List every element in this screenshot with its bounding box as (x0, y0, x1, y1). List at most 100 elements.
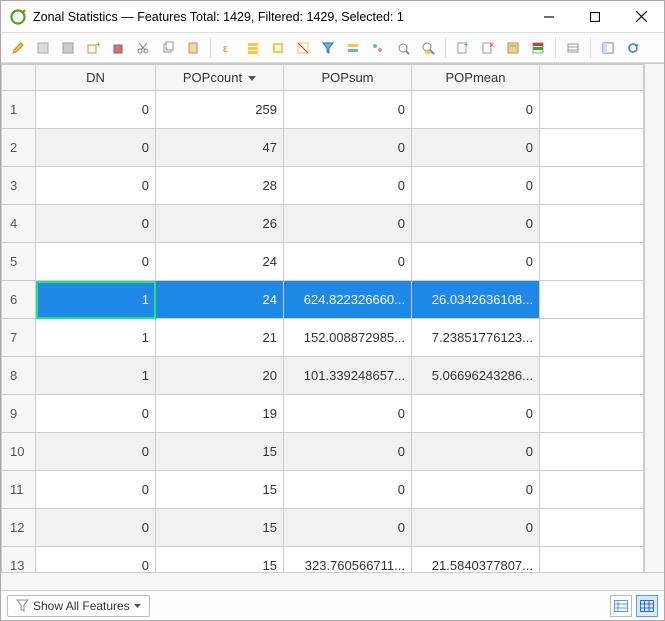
row-number[interactable]: 7 (2, 319, 36, 357)
cell-dn[interactable]: 0 (36, 547, 156, 573)
new-field-button[interactable]: + (452, 37, 474, 59)
column-header-popsum[interactable]: POPsum (284, 65, 412, 91)
row-number[interactable]: 11 (2, 471, 36, 509)
cell-dn[interactable]: 0 (36, 509, 156, 547)
cell-popcount[interactable]: 19 (156, 395, 284, 433)
cell-popcount[interactable]: 15 (156, 547, 284, 573)
table-row[interactable]: 302800 (2, 167, 644, 205)
cell-popsum[interactable]: 0 (284, 471, 412, 509)
cell-dn[interactable]: 0 (36, 167, 156, 205)
cell-popsum[interactable]: 0 (284, 91, 412, 129)
cell-dn[interactable]: 0 (36, 129, 156, 167)
cell-popmean[interactable]: 5.06696243286... (412, 357, 540, 395)
paste-button[interactable] (182, 37, 204, 59)
cell-popmean[interactable]: 0 (412, 91, 540, 129)
cell-dn[interactable]: 0 (36, 395, 156, 433)
cell-popmean[interactable]: 0 (412, 509, 540, 547)
table-row[interactable]: 901900 (2, 395, 644, 433)
invert-select-button[interactable] (267, 37, 289, 59)
cell-dn[interactable]: 0 (36, 91, 156, 129)
table-row[interactable]: 1201500 (2, 509, 644, 547)
cell-popcount[interactable]: 15 (156, 471, 284, 509)
pencil-button[interactable] (7, 37, 29, 59)
cell-popcount[interactable]: 24 (156, 243, 284, 281)
row-number[interactable]: 3 (2, 167, 36, 205)
row-number[interactable]: 2 (2, 129, 36, 167)
cell-popcount[interactable]: 15 (156, 433, 284, 471)
cell-dn[interactable]: 0 (36, 205, 156, 243)
cell-dn[interactable]: 1 (36, 319, 156, 357)
cell-dn[interactable]: 0 (36, 471, 156, 509)
row-number[interactable]: 6 (2, 281, 36, 319)
actions-button[interactable] (562, 37, 584, 59)
table-row[interactable]: 7121152.008872985...7.23851776123... (2, 319, 644, 357)
cell-popmean[interactable]: 0 (412, 129, 540, 167)
cell-popmean[interactable]: 0 (412, 433, 540, 471)
delete-field-button[interactable]: × (477, 37, 499, 59)
cell-popcount[interactable]: 47 (156, 129, 284, 167)
zoom-to-button[interactable] (417, 37, 439, 59)
cell-popmean[interactable]: 0 (412, 167, 540, 205)
row-number[interactable]: 12 (2, 509, 36, 547)
move-top-button[interactable] (367, 37, 389, 59)
cell-popsum[interactable]: 323.760566711... (284, 547, 412, 573)
select-equal-button[interactable] (342, 37, 364, 59)
cell-popcount[interactable]: 15 (156, 509, 284, 547)
cell-popsum[interactable]: 0 (284, 129, 412, 167)
table-row[interactable]: 1001500 (2, 433, 644, 471)
minimize-button[interactable] (526, 2, 572, 32)
cell-popmean[interactable]: 0 (412, 243, 540, 281)
table-row[interactable]: 8120101.339248657...5.06696243286... (2, 357, 644, 395)
cell-popcount[interactable]: 21 (156, 319, 284, 357)
column-header-dn[interactable]: DN (36, 65, 156, 91)
cut-button[interactable] (132, 37, 154, 59)
copy-button[interactable] (157, 37, 179, 59)
table-view-button[interactable] (636, 595, 658, 617)
row-number[interactable]: 8 (2, 357, 36, 395)
expr-select-button[interactable]: ε (217, 37, 239, 59)
close-button[interactable] (618, 2, 664, 32)
table-row[interactable]: 204700 (2, 129, 644, 167)
horizontal-scrollbar[interactable] (1, 572, 664, 590)
cell-popsum[interactable]: 0 (284, 243, 412, 281)
cell-popmean[interactable]: 0 (412, 395, 540, 433)
table-row[interactable]: 1101500 (2, 471, 644, 509)
cell-dn[interactable]: 1 (36, 357, 156, 395)
table-row[interactable]: 402600 (2, 205, 644, 243)
cell-popmean[interactable]: 0 (412, 471, 540, 509)
cell-dn[interactable]: 1 (36, 281, 156, 319)
dock-button[interactable] (597, 37, 619, 59)
reload-button[interactable] (622, 37, 644, 59)
cell-popmean[interactable]: 0 (412, 205, 540, 243)
conditional-format-button[interactable] (527, 37, 549, 59)
cell-popsum[interactable]: 0 (284, 167, 412, 205)
maximize-button[interactable] (572, 2, 618, 32)
deselect-button[interactable] (292, 37, 314, 59)
row-number[interactable]: 5 (2, 243, 36, 281)
select-all-button[interactable] (242, 37, 264, 59)
cell-popsum[interactable]: 0 (284, 395, 412, 433)
filter-button[interactable] (317, 37, 339, 59)
cell-popcount[interactable]: 20 (156, 357, 284, 395)
add-feature-button[interactable]: + (82, 37, 104, 59)
cell-popmean[interactable]: 21.5840377807... (412, 547, 540, 573)
cell-popsum[interactable]: 0 (284, 433, 412, 471)
field-calc-button[interactable] (502, 37, 524, 59)
table-row[interactable]: 6124624.822326660...26.0342636108... (2, 281, 644, 319)
cell-popcount[interactable]: 28 (156, 167, 284, 205)
form-view-button[interactable] (610, 595, 632, 617)
cell-popsum[interactable]: 152.008872985... (284, 319, 412, 357)
row-number[interactable]: 13 (2, 547, 36, 573)
cell-popsum[interactable]: 101.339248657... (284, 357, 412, 395)
cell-popcount[interactable]: 24 (156, 281, 284, 319)
filter-features-button[interactable]: Show All Features (7, 595, 150, 617)
cell-popsum[interactable]: 0 (284, 509, 412, 547)
table-row[interactable]: 502400 (2, 243, 644, 281)
pan-to-button[interactable] (392, 37, 414, 59)
row-number[interactable]: 1 (2, 91, 36, 129)
table-row[interactable]: 13015323.760566711...21.5840377807... (2, 547, 644, 573)
delete-button[interactable] (107, 37, 129, 59)
column-header-popmean[interactable]: POPmean (412, 65, 540, 91)
cell-popsum[interactable]: 624.822326660... (284, 281, 412, 319)
cell-dn[interactable]: 0 (36, 433, 156, 471)
